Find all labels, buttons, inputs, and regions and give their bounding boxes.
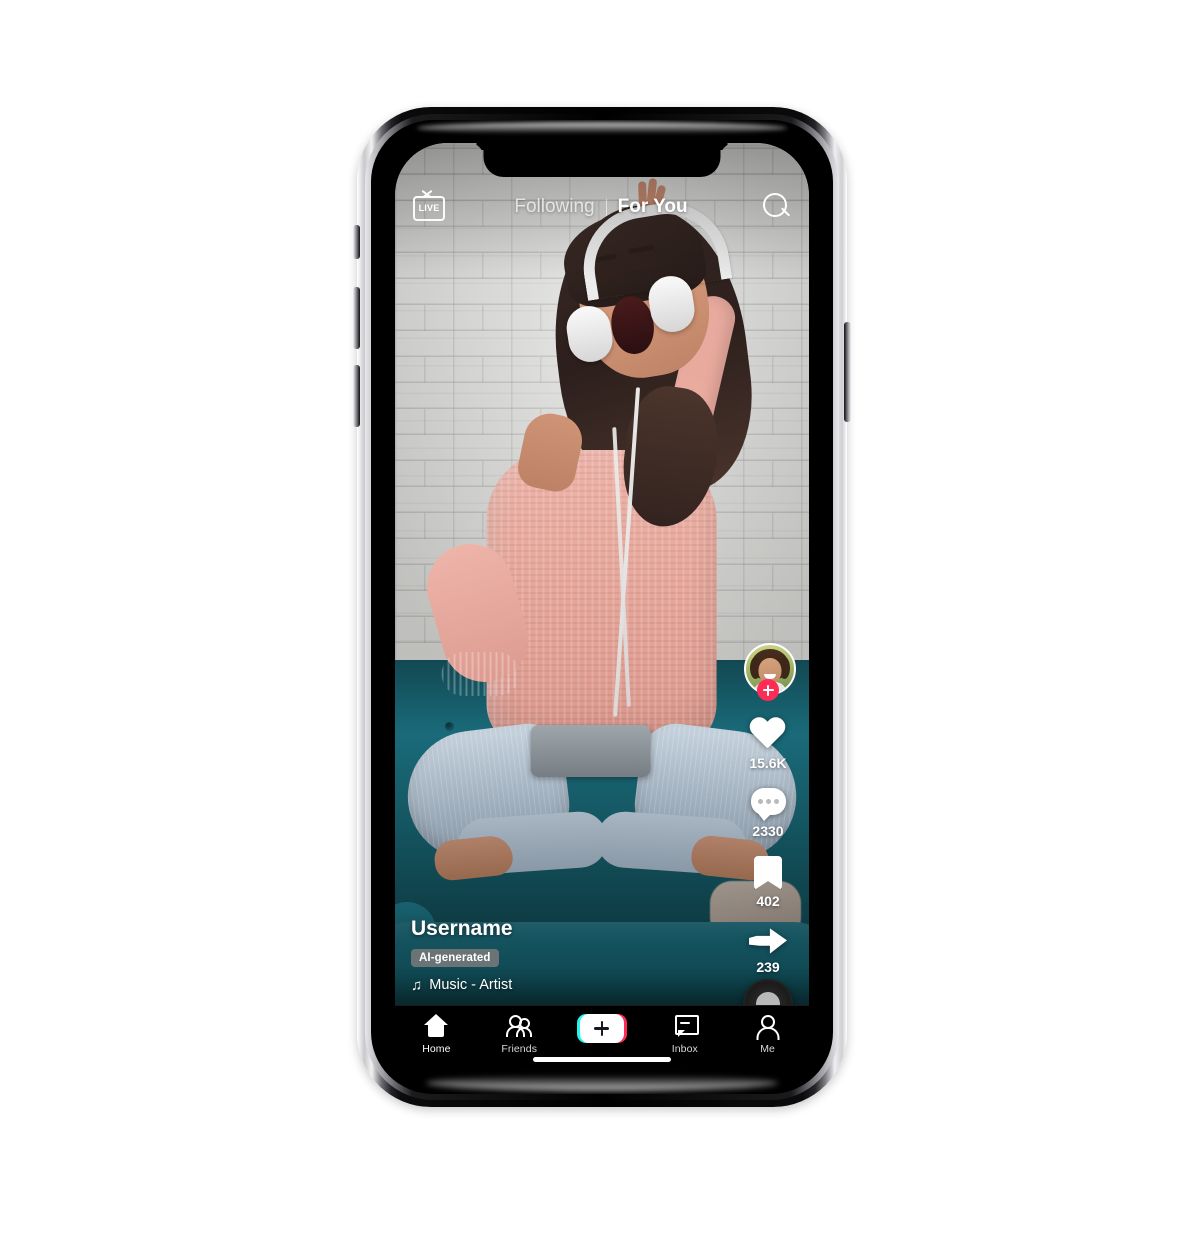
share-icon[interactable] <box>749 926 787 956</box>
tab-separator <box>605 198 607 216</box>
nav-label-inbox: Inbox <box>671 1043 698 1055</box>
friends-icon <box>506 1014 533 1038</box>
volume-down-button[interactable] <box>353 365 360 427</box>
music-note-icon: ♫ <box>411 976 423 994</box>
tab-for-you[interactable]: For You <box>618 196 688 218</box>
volume-up-button[interactable] <box>353 287 360 349</box>
person-in-video <box>400 177 804 884</box>
power-button[interactable] <box>844 322 851 422</box>
feed-top-bar: LIVE Following For You <box>395 187 809 227</box>
share-button[interactable]: 239 <box>749 926 787 975</box>
bare-foot-left <box>432 833 515 882</box>
frame-gloss-bottom <box>426 1075 778 1091</box>
live-icon[interactable]: LIVE <box>413 189 445 221</box>
create-plus-icon[interactable] <box>576 1014 627 1043</box>
profile-follow-button[interactable] <box>744 643 796 701</box>
ai-generated-badge: AI-generated <box>411 949 499 967</box>
video-meta: Username AI-generated ♫ Music - Artist <box>411 917 711 993</box>
like-button[interactable]: 15.6K <box>749 718 786 771</box>
comment-count: 2330 <box>752 823 784 839</box>
live-label: LIVE <box>418 203 440 213</box>
music-row[interactable]: ♫ Music - Artist <box>411 977 711 993</box>
comment-button[interactable]: 2330 <box>750 788 786 839</box>
frame-gloss-top <box>417 122 787 134</box>
share-count: 239 <box>756 959 780 975</box>
action-rail: 15.6K 2330 402 239 <box>739 643 797 975</box>
search-icon[interactable] <box>761 192 791 222</box>
nav-item-create[interactable] <box>561 1014 644 1048</box>
phone-inner-bezel: LIVE Following For You 15.6K 2330 402 23… <box>371 120 833 1094</box>
nav-item-me[interactable]: Me <box>726 1014 809 1055</box>
nav-item-home[interactable]: Home <box>395 1014 478 1055</box>
music-title[interactable]: Music - Artist <box>429 977 512 993</box>
tab-following[interactable]: Following <box>514 196 594 218</box>
nav-label-friends: Friends <box>501 1043 538 1055</box>
bookmark-icon[interactable] <box>754 856 782 890</box>
bookmark-button[interactable]: 402 <box>754 856 782 909</box>
phone-device: LIVE Following For You 15.6K 2330 402 23… <box>353 107 851 1107</box>
bookmark-count: 402 <box>756 893 780 909</box>
heart-icon[interactable] <box>749 718 786 752</box>
username[interactable]: Username <box>411 917 711 940</box>
follow-plus-icon[interactable] <box>757 679 779 701</box>
nav-item-inbox[interactable]: Inbox <box>643 1014 726 1055</box>
nav-label-me: Me <box>760 1043 775 1055</box>
phone-screen: LIVE Following For You 15.6K 2330 402 23… <box>395 143 809 1071</box>
profile-icon <box>755 1014 781 1040</box>
tablet-device <box>530 724 651 777</box>
home-icon <box>423 1014 449 1038</box>
nav-item-friends[interactable]: Friends <box>478 1014 561 1055</box>
silent-switch[interactable] <box>353 225 360 259</box>
inbox-icon <box>672 1014 699 1038</box>
like-count: 15.6K <box>749 755 787 771</box>
phone-notch <box>483 143 721 177</box>
comment-icon[interactable] <box>750 788 786 821</box>
nav-label-home: Home <box>422 1043 451 1055</box>
home-indicator[interactable] <box>533 1057 671 1062</box>
feed-tabs: Following For You <box>441 196 761 218</box>
